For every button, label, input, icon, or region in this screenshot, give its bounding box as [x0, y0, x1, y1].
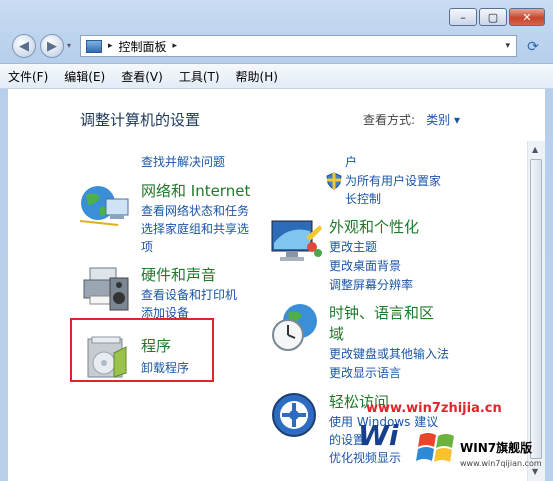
category-clock-language-region[interactable]: 时钟、语言和区 [329, 302, 434, 323]
change-desktop-background-link[interactable]: 更改桌面背景 [329, 257, 401, 274]
vertical-scrollbar[interactable]: ▲ ▼ [527, 141, 545, 481]
scroll-down-icon[interactable]: ▼ [532, 467, 538, 476]
watermark-url: www.win7zhijia.cn [366, 401, 502, 416]
menu-tools[interactable]: 工具(T) [171, 68, 228, 85]
programs-highlight-box [70, 318, 214, 382]
ease-of-access-icon [272, 393, 316, 437]
view-by-label: 查看方式: [362, 113, 415, 127]
forward-button[interactable]: ▶ [40, 34, 64, 58]
address-bar[interactable]: ▸ 控制面板 ▸ ▾ [80, 35, 517, 57]
breadcrumb-control-panel[interactable]: 控制面板 [119, 38, 167, 55]
view-by-dropdown[interactable]: 类别 ▾ [426, 111, 460, 128]
maximize-button[interactable]: ▢ [479, 8, 507, 26]
navigation-bar: ◀ ▶ ▾ ▸ 控制面板 ▸ ▾ ⟳ [0, 32, 553, 62]
category-clock-language-region-wrap[interactable]: 域 [329, 323, 344, 344]
devices-printers-link[interactable]: 查看设备和打印机 [141, 286, 237, 303]
refresh-icon: ⟳ [527, 39, 539, 55]
address-dropdown-icon[interactable]: ▾ [505, 41, 510, 51]
watermark-logo-text: Wi [358, 419, 399, 452]
troubleshoot-link[interactable]: 查找并解决问题 [141, 153, 225, 170]
menu-view[interactable]: 查看(V) [113, 68, 171, 85]
network-status-link[interactable]: 查看网络状态和任务 [141, 202, 249, 219]
menu-help[interactable]: 帮助(H) [228, 68, 286, 85]
menu-file[interactable]: 文件(F) [0, 68, 56, 85]
parental-controls-link[interactable]: 为所有用户设置家 [345, 172, 441, 189]
shield-icon [326, 172, 342, 190]
change-display-language-link[interactable]: 更改显示语言 [329, 364, 401, 381]
change-theme-link[interactable]: 更改主题 [329, 238, 377, 255]
change-keyboard-link[interactable]: 更改键盘或其他输入法 [329, 345, 449, 362]
appearance-icon [271, 220, 322, 261]
caption-buttons: – ▢ ✕ [449, 8, 545, 26]
refresh-button[interactable]: ⟳ [522, 37, 544, 57]
scrollbar-thumb[interactable] [530, 159, 542, 459]
category-network-internet[interactable]: 网络和 Internet [141, 180, 250, 201]
menu-bar: 文件(F) 编辑(E) 查看(V) 工具(T) 帮助(H) [0, 63, 553, 89]
forward-arrow-icon: ▶ [47, 38, 57, 54]
scroll-up-icon[interactable]: ▲ [532, 145, 538, 154]
adjust-resolution-link[interactable]: 调整屏幕分辨率 [329, 276, 413, 293]
breadcrumb-arrow-icon[interactable]: ▸ [108, 41, 113, 51]
watermark-small-url: www.win7qijian.com [460, 459, 542, 468]
back-button[interactable]: ◀ [12, 34, 36, 58]
recent-pages-dropdown-icon[interactable]: ▾ [67, 41, 71, 50]
content-pane: 调整计算机的设置 查看方式: 类别 ▾ 查找并解决问题 网络和 Internet… [8, 89, 545, 481]
clock-language-icon [272, 304, 317, 351]
windows-flag-icon [416, 433, 454, 462]
category-hardware-sound[interactable]: 硬件和声音 [141, 264, 216, 285]
minimize-button[interactable]: – [449, 8, 477, 26]
user-accounts-link-fragment[interactable]: 户 [345, 153, 357, 170]
watermark-badge: WIN7旗舰版 [460, 441, 533, 455]
back-arrow-icon: ◀ [19, 38, 29, 54]
page-title: 调整计算机的设置 [80, 111, 201, 129]
control-panel-icon [86, 39, 102, 53]
homegroup-link-wrap[interactable]: 项 [141, 238, 153, 255]
breadcrumb-arrow-icon[interactable]: ▸ [173, 41, 178, 51]
menu-edit[interactable]: 编辑(E) [56, 68, 113, 85]
close-button[interactable]: ✕ [509, 8, 545, 26]
network-icon [79, 186, 129, 226]
hardware-sound-icon [83, 267, 129, 311]
category-appearance[interactable]: 外观和个性化 [329, 216, 419, 237]
homegroup-link[interactable]: 选择家庭组和共享选 [141, 220, 249, 237]
control-panel-window: – ▢ ✕ ◀ ▶ ▾ ▸ 控制面板 ▸ ▾ ⟳ 文件(F) 编辑(E) 查看(… [0, 0, 553, 481]
parental-controls-link-wrap[interactable]: 长控制 [345, 190, 381, 207]
